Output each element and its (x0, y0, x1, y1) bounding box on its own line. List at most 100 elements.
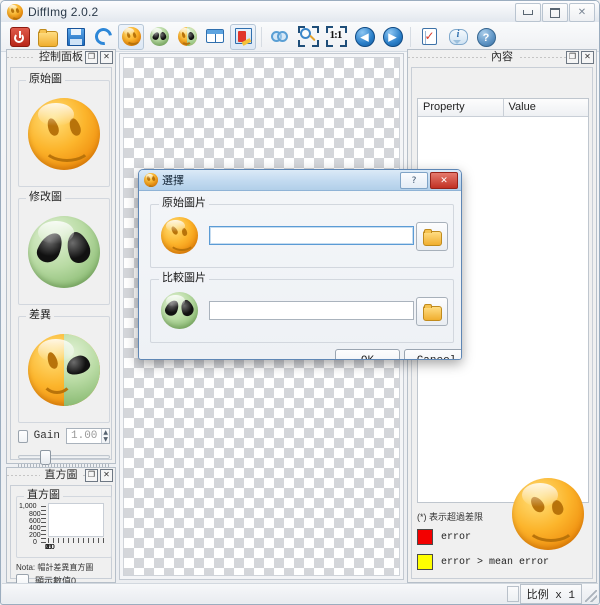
histogram-body: 直方圖 1,000 800 600 400 200 0 0 50 100 15 (10, 485, 112, 579)
next-button[interactable]: ▶ (379, 24, 405, 50)
compare-image-input[interactable] (209, 301, 414, 320)
alien-green-icon (150, 27, 169, 46)
content-float-button[interactable]: ❐ (566, 51, 579, 64)
gain-row: Gain 1.00 ▲▼ (18, 428, 110, 444)
histogram-ytick-5: 0 (33, 539, 37, 546)
property-column-header: Property (418, 99, 503, 116)
difference-image-group: 差異 (18, 316, 110, 423)
refresh-icon (94, 27, 113, 46)
blend-button[interactable] (267, 24, 293, 50)
exit-button[interactable] (6, 24, 32, 50)
legend-swatch-error (417, 529, 433, 545)
window-title: DiffImg 2.0.2 (28, 5, 98, 19)
modified-image-preview[interactable] (19, 199, 109, 304)
save-button[interactable] (62, 24, 88, 50)
dialog-title: 選擇 (162, 172, 184, 188)
control-panel-body: 原始圖 修改圖 (10, 67, 112, 460)
histogram-plot-area (48, 503, 104, 537)
maximize-button[interactable] (542, 3, 568, 22)
main-toolbar: 1:1 ◀ ▶ (1, 22, 599, 52)
window-controls: ✕ (515, 3, 595, 22)
window-resize-grip[interactable] (585, 590, 597, 602)
original-image-preview[interactable] (19, 81, 109, 186)
show-difference-button[interactable] (174, 24, 200, 50)
original-browse-button[interactable] (416, 222, 448, 251)
gain-value: 1.00 (67, 430, 101, 442)
gain-spinbox[interactable]: 1.00 ▲▼ (66, 428, 110, 444)
histogram-xtick-5: 250 (45, 544, 54, 551)
app-smiley-icon (7, 4, 23, 20)
help-button[interactable] (472, 24, 498, 50)
histogram-close-button[interactable]: ✕ (100, 469, 113, 482)
window-title-bar: DiffImg 2.0.2 ✕ (1, 1, 599, 23)
cancel-button[interactable]: Cancel (404, 349, 462, 360)
original-image-group: 原始圖 (18, 80, 110, 187)
dialog-help-button[interactable]: ? (400, 172, 428, 189)
histogram-ytick-4: 200 (29, 532, 41, 539)
reload-button[interactable] (90, 24, 116, 50)
ok-button[interactable]: OK (335, 349, 400, 360)
show-original-button[interactable] (118, 24, 144, 50)
gain-slider[interactable] (18, 449, 110, 463)
difference-image-preview[interactable] (19, 317, 109, 422)
smiley-orange-icon (122, 27, 141, 46)
original-image-input[interactable] (209, 226, 414, 245)
content-close-button[interactable]: ✕ (581, 51, 594, 64)
control-panel-close-button[interactable]: ✕ (100, 51, 113, 64)
brush-icon (234, 27, 253, 46)
open-button[interactable] (34, 24, 60, 50)
compare-image-picker-group: 比較圖片 (150, 279, 454, 343)
original-image-thumb-icon (161, 217, 198, 254)
dialog-body: 原始圖片 比較圖片 (139, 190, 461, 359)
histogram-note: Nota: 帽計差異直方圖 (16, 562, 93, 573)
legend-label-error: error (441, 532, 471, 543)
histogram-float-button[interactable]: ❐ (85, 469, 98, 482)
zoom-actual-size-button[interactable]: 1:1 (323, 24, 349, 50)
split-view-button[interactable] (202, 24, 228, 50)
histogram-chart: 1,000 800 600 400 200 0 0 50 100 150 200 (17, 497, 111, 557)
two-panes-icon (206, 27, 225, 46)
modified-image-group: 修改圖 (18, 198, 110, 305)
property-table-header: Property Value (418, 99, 588, 117)
legend-label-mean-error: error > mean error (441, 557, 549, 568)
close-button[interactable]: ✕ (569, 3, 595, 22)
gain-control: Gain 1.00 ▲▼ (18, 428, 110, 471)
compare-browse-button[interactable] (416, 297, 448, 326)
dialog-close-button[interactable]: ✕ (430, 172, 458, 189)
toolbar-separator (261, 27, 262, 47)
toolbar-separator-2 (410, 27, 411, 47)
histogram-title: 直方圖 (40, 469, 83, 482)
dialog-app-icon (144, 173, 158, 187)
control-panel-dock: 控制面板 ❐ ✕ 原始圖 修改圖 (6, 49, 116, 464)
dialog-window-controls: ? ✕ (400, 172, 458, 189)
content-panel-title-bar: 內容 ❐ ✕ (408, 50, 596, 65)
mask-tool-button[interactable] (230, 24, 256, 50)
save-floppy-icon (66, 27, 85, 46)
magnifier-icon (299, 27, 318, 46)
histogram-title-bar: 直方圖 ❐ ✕ (7, 468, 115, 483)
gain-checkbox[interactable] (18, 430, 28, 443)
compare-image-picker-label: 比較圖片 (159, 272, 209, 284)
legend-swatch-mean-error (417, 554, 433, 570)
dialog-title-bar: 選擇 ? ✕ (139, 170, 461, 191)
corner-smiley-icon (512, 478, 584, 550)
show-modified-button[interactable] (146, 24, 172, 50)
original-image-picker-label: 原始圖片 (159, 197, 209, 209)
zoom-tool-button[interactable] (295, 24, 321, 50)
minimize-button[interactable] (515, 3, 541, 22)
options-button[interactable] (416, 24, 442, 50)
checklist-icon (420, 27, 439, 46)
application-window: DiffImg 2.0.2 ✕ (0, 0, 600, 605)
histogram-ytick-0: 1,000 (19, 503, 37, 510)
control-panel-title-bar: 控制面板 ❐ ✕ (7, 50, 115, 65)
control-panel-float-button[interactable]: ❐ (85, 51, 98, 64)
smiley-split-icon (178, 27, 197, 46)
info-button[interactable] (444, 24, 470, 50)
compare-image-thumb-icon (161, 292, 198, 329)
histogram-ytick-3: 400 (29, 525, 41, 532)
scale-status-field: 比例 x 1 (520, 584, 582, 604)
info-icon (448, 27, 467, 46)
previous-button[interactable]: ◀ (351, 24, 377, 50)
gain-label: Gain (34, 430, 60, 442)
histogram-y-axis (41, 503, 46, 543)
